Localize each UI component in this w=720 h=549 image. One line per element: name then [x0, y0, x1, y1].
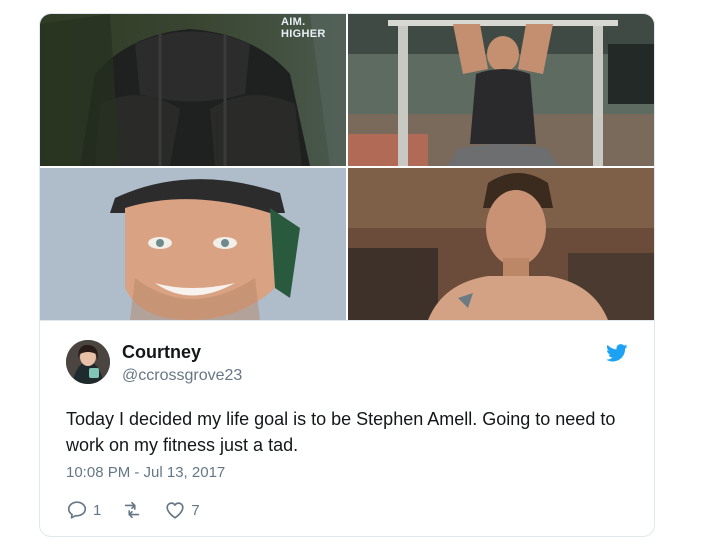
avatar[interactable] [66, 340, 110, 384]
photo-shirtless-portrait[interactable] [348, 168, 654, 320]
photo-arrow-costume[interactable]: AIM. HIGHER [40, 14, 346, 166]
retweet-icon [121, 499, 143, 521]
author-handle[interactable]: @ccrossgrove23 [122, 367, 242, 385]
tweet-actions: 1 7 [66, 498, 200, 522]
photo-smiling-closeup[interactable] [40, 168, 346, 320]
twitter-bird-icon[interactable] [606, 344, 628, 362]
reply-icon [66, 499, 88, 521]
like-count: 7 [191, 501, 200, 519]
media-grid[interactable]: AIM. HIGHER i [40, 14, 654, 320]
heart-icon [164, 499, 186, 521]
photo-pullup-workout[interactable]: i [348, 14, 654, 166]
reply-count: 1 [93, 501, 102, 519]
media-divider [40, 320, 654, 321]
reply-button[interactable]: 1 [66, 499, 101, 521]
retweet-button[interactable] [121, 499, 148, 521]
author-display-name[interactable]: Courtney [122, 342, 201, 363]
tweet-card[interactable]: AIM. HIGHER i [39, 13, 655, 537]
watermark-text: AIM. HIGHER [281, 16, 326, 40]
tweet-timestamp[interactable]: 10:08 PM - Jul 13, 2017 [66, 464, 225, 481]
tweet-text: Today I decided my life goal is to be St… [66, 409, 616, 455]
like-button[interactable]: 7 [164, 499, 200, 521]
